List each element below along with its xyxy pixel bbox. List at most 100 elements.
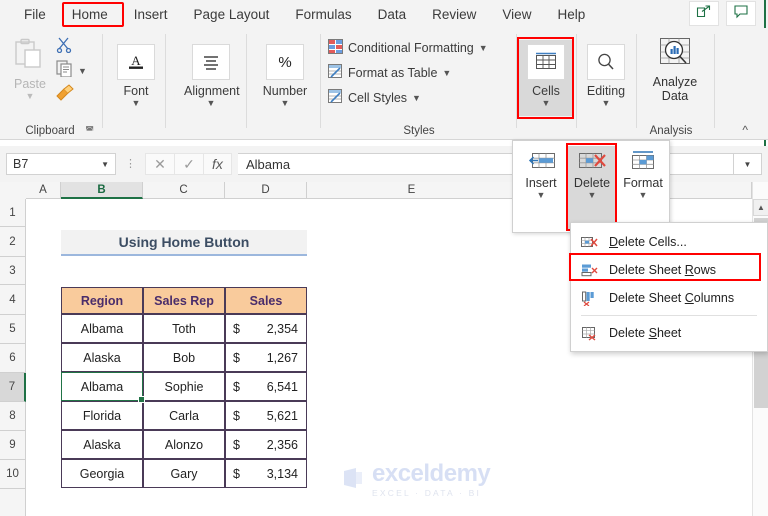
table-row[interactable]: Albama — [61, 372, 143, 401]
format-painter-button[interactable] — [55, 84, 75, 107]
delete-caret-icon[interactable]: ▼ — [568, 191, 616, 200]
alignment-caret-icon[interactable]: ▼ — [184, 99, 238, 108]
copy-button[interactable] — [56, 60, 73, 82]
row-header-1[interactable]: 1 — [0, 199, 26, 227]
conditional-formatting-button[interactable]: Conditional Formatting ▼ — [328, 39, 488, 57]
row-header-11[interactable] — [0, 489, 26, 516]
menu-item-delete-sheet-columns[interactable]: Delete Sheet Columns — [571, 284, 767, 312]
dialog-launcher-icon[interactable]: ◚ — [85, 125, 94, 136]
chevron-down-icon[interactable]: ▼ — [442, 68, 451, 78]
table-row[interactable]: Alonzo — [143, 430, 225, 459]
font-button[interactable]: A Font ▼ — [109, 44, 163, 108]
cell-styles-icon — [328, 89, 343, 107]
scroll-up-icon[interactable]: ▲ — [753, 199, 768, 216]
paste-caret-icon[interactable]: ▼ — [8, 92, 52, 101]
format-caret-icon[interactable]: ▼ — [619, 191, 667, 200]
table-row[interactable]: $3,134 — [225, 459, 307, 488]
table-header-sales[interactable]: Sales — [225, 287, 307, 314]
table-row[interactable]: Alaska — [61, 343, 143, 372]
editing-button[interactable]: Editing ▼ — [579, 44, 633, 108]
tab-formulas[interactable]: Formulas — [285, 4, 361, 25]
number-button[interactable]: % Number ▼ — [258, 44, 312, 108]
tab-help[interactable]: Help — [547, 4, 595, 25]
row-header-4[interactable]: 4 — [0, 285, 26, 315]
row-header-8[interactable]: 8 — [0, 402, 26, 431]
cells-caret-icon[interactable]: ▼ — [519, 99, 573, 108]
menu-item-delete-sheet[interactable]: Delete Sheet — [571, 319, 767, 347]
insert-function-button[interactable]: fx — [203, 153, 232, 175]
enter-button[interactable]: ✓ — [174, 153, 203, 175]
menu-item-delete-sheet-rows[interactable]: Delete Sheet Rows — [571, 256, 767, 284]
delete-button[interactable]: Delete ▼ — [568, 146, 616, 229]
chevron-up-icon[interactable]: ^ — [742, 123, 748, 137]
column-header-a[interactable]: A — [26, 182, 61, 199]
row-header-7[interactable]: 7 — [0, 373, 26, 402]
table-row[interactable]: $2,354 — [225, 314, 307, 343]
table-row[interactable]: $6,541 — [225, 372, 307, 401]
sales-value: 2,354 — [266, 321, 298, 336]
cut-button[interactable] — [56, 36, 73, 58]
menu-item-delete-cells[interactable]: Delete Cells... — [571, 228, 767, 256]
chevron-down-icon[interactable]: ▼ — [101, 160, 109, 169]
column-header-e[interactable]: E — [307, 182, 517, 199]
column-header-d[interactable]: D — [225, 182, 307, 199]
table-row[interactable]: Toth — [143, 314, 225, 343]
tab-review[interactable]: Review — [422, 4, 486, 25]
font-caret-icon[interactable]: ▼ — [109, 99, 163, 108]
table-row[interactable]: Sophie — [143, 372, 225, 401]
delete-sheet-rows-icon — [579, 263, 599, 278]
table-header-region[interactable]: Region — [61, 287, 143, 314]
sheet-title-cell[interactable]: Using Home Button — [61, 230, 307, 256]
number-caret-icon[interactable]: ▼ — [258, 99, 312, 108]
table-header-sales-rep[interactable]: Sales Rep — [143, 287, 225, 314]
row-header-2[interactable]: 2 — [0, 227, 26, 257]
table-row[interactable]: Florida — [61, 401, 143, 430]
currency-symbol: $ — [233, 350, 240, 365]
formula-bar-grip[interactable]: ⋮ — [125, 158, 136, 170]
format-as-table-button[interactable]: Format as Table ▼ — [328, 64, 451, 82]
chevron-down-icon[interactable]: ▼ — [479, 43, 488, 53]
copy-caret-icon[interactable]: ▼ — [78, 67, 87, 76]
insert-button[interactable]: Insert ▼ — [517, 146, 565, 200]
table-row[interactable]: $5,621 — [225, 401, 307, 430]
table-row[interactable]: Gary — [143, 459, 225, 488]
share-button[interactable] — [689, 1, 719, 26]
table-row[interactable]: $2,356 — [225, 430, 307, 459]
name-box[interactable]: B7 ▼ — [6, 153, 116, 175]
divider — [246, 34, 247, 128]
column-header-b[interactable]: B — [61, 182, 143, 199]
chevron-down-icon[interactable]: ▼ — [412, 93, 421, 103]
alignment-button[interactable]: Alignment ▼ — [184, 44, 240, 108]
cells-button[interactable]: Cells ▼ — [519, 40, 573, 116]
table-row[interactable]: $1,267 — [225, 343, 307, 372]
row-header-6[interactable]: 6 — [0, 344, 26, 373]
tab-view[interactable]: View — [492, 4, 541, 25]
format-painter-icon — [55, 84, 75, 106]
expand-formula-bar-button[interactable]: ▼ — [734, 153, 762, 175]
table-row[interactable]: Albama — [61, 314, 143, 343]
row-header-5[interactable]: 5 — [0, 315, 26, 344]
paste-button[interactable]: Paste ▼ — [8, 38, 52, 101]
tab-home[interactable]: Home — [62, 4, 118, 25]
insert-label: Insert — [525, 176, 557, 190]
format-button[interactable]: Format ▼ — [619, 146, 667, 200]
tab-page-layout[interactable]: Page Layout — [184, 4, 280, 25]
tab-insert[interactable]: Insert — [124, 4, 178, 25]
insert-caret-icon[interactable]: ▼ — [517, 191, 565, 200]
row-header-9[interactable]: 9 — [0, 431, 26, 460]
table-row[interactable]: Alaska — [61, 430, 143, 459]
column-header-c[interactable]: C — [143, 182, 225, 199]
cancel-button[interactable]: ✕ — [145, 153, 174, 175]
table-row[interactable]: Carla — [143, 401, 225, 430]
tab-file[interactable]: File — [14, 4, 56, 25]
row-header-10[interactable]: 10 — [0, 460, 26, 489]
row-header-3[interactable]: 3 — [0, 257, 26, 285]
editing-caret-icon[interactable]: ▼ — [579, 99, 633, 108]
analyze-data-button[interactable]: Analyze Data — [642, 36, 708, 103]
table-row[interactable]: Bob — [143, 343, 225, 372]
cell-styles-button[interactable]: Cell Styles ▼ — [328, 89, 421, 107]
currency-symbol: $ — [233, 408, 240, 423]
comments-button[interactable] — [726, 1, 756, 26]
table-row[interactable]: Georgia — [61, 459, 143, 488]
tab-data[interactable]: Data — [368, 4, 417, 25]
